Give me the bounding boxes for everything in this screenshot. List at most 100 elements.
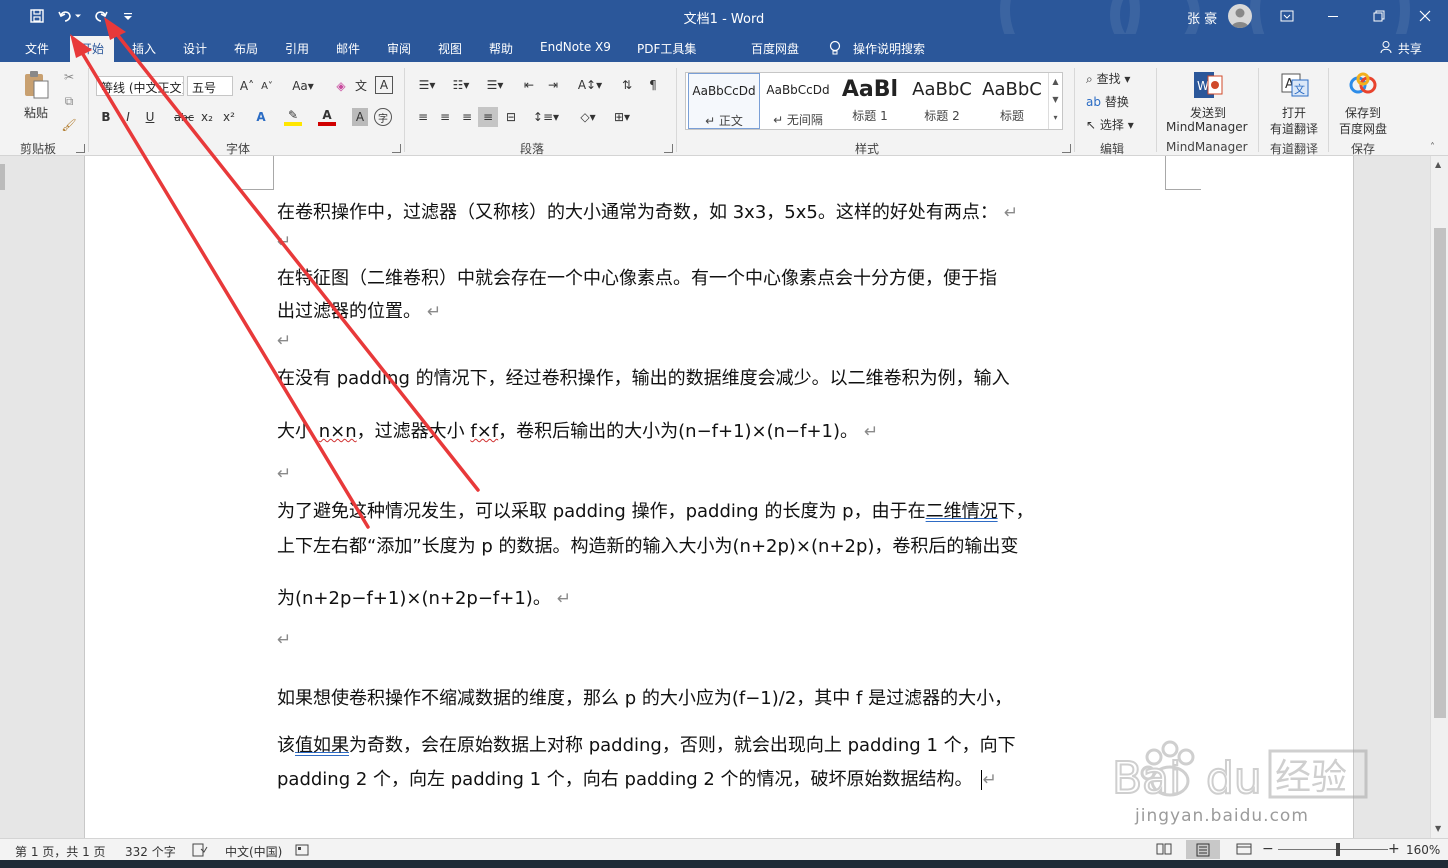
character-shading-icon[interactable]: A [352, 108, 368, 126]
spelling-flagged-text[interactable]: f×f [470, 421, 498, 442]
share-button[interactable]: 共享 [1380, 40, 1422, 57]
tab-help[interactable]: 帮助 [489, 40, 513, 57]
paragraph-3-line-1[interactable]: 在没有 padding 的情况下，经过卷积操作，输出的数据维度会减少。以二维卷积… [277, 364, 1010, 390]
line-spacing-icon[interactable]: ↕≡▾ [532, 108, 560, 126]
vertical-scrollbar[interactable]: ▲ ▼ [1430, 156, 1448, 838]
macro-record-icon[interactable] [295, 843, 309, 860]
select-button[interactable]: ↖ 选择 ▾ [1086, 116, 1134, 133]
font-size-select[interactable]: 五号 [187, 76, 233, 96]
text-effects-icon[interactable]: A [252, 108, 270, 126]
style-normal[interactable]: AaBbCcDd ↵ 正文 [688, 73, 760, 129]
font-launcher-icon[interactable] [392, 144, 401, 153]
web-layout-icon[interactable] [1236, 842, 1252, 859]
increase-indent-icon[interactable]: ⇥ [544, 76, 562, 94]
multilevel-list-icon[interactable]: ☰▾ [482, 76, 508, 94]
styles-launcher-icon[interactable] [1062, 144, 1071, 153]
user-name[interactable]: 张 豪 [1187, 8, 1217, 27]
paragraph-5-line-1[interactable]: 如果想使卷积操作不缩减数据的维度，那么 p 的大小应为(f−1)/2，其中 f … [277, 684, 1012, 710]
paragraph-4-line-2[interactable]: 上下左右都“添加”长度为 p 的数据。构造新的输入大小为(n+2p)×(n+2p… [277, 532, 1018, 558]
clear-formatting-icon[interactable]: ◈ [332, 77, 350, 95]
character-border-icon[interactable]: A [375, 76, 393, 94]
paragraph-1[interactable]: 在卷积操作中，过滤器（又称核）的大小通常为奇数，如 3x3，5x5。这样的好处有… [277, 198, 1018, 224]
paragraph-2-line-2[interactable]: 出过滤器的位置。 ↵ [277, 297, 441, 323]
sort-icon[interactable]: ⇅ [618, 76, 636, 94]
tab-view[interactable]: 视图 [438, 40, 462, 57]
italic-button[interactable]: I [120, 108, 136, 126]
paragraph-launcher-icon[interactable] [664, 144, 673, 153]
tab-home[interactable]: 开始 [70, 36, 115, 62]
align-right-icon[interactable]: ≡ [458, 108, 476, 126]
page-count[interactable]: 第 1 页，共 1 页 [15, 843, 106, 860]
close-icon[interactable] [1402, 0, 1448, 32]
format-painter-icon[interactable]: 🖌 [60, 116, 78, 134]
paragraph-2-line-1[interactable]: 在特征图（二维卷积）中就会存在一个中心像素点。有一个中心像素点会十分方便，便于指 [277, 264, 997, 290]
mindmanager-label-1[interactable]: 发送到 [1190, 104, 1226, 121]
style-title[interactable]: AaBbC 标题 [976, 73, 1048, 129]
tab-layout[interactable]: 布局 [234, 40, 258, 57]
clipboard-launcher-icon[interactable] [76, 144, 85, 153]
zoom-slider[interactable] [1278, 849, 1388, 850]
spelling-flagged-text[interactable]: n×n [319, 421, 357, 442]
shrink-font-icon[interactable]: A ˅ [258, 77, 276, 95]
align-center-icon[interactable]: ≡ [436, 108, 454, 126]
borders-icon[interactable]: ⊞▾ [608, 108, 636, 126]
mindmanager-icon[interactable]: W [1192, 70, 1224, 100]
enclose-characters-icon[interactable]: 字 [374, 108, 392, 126]
mindmanager-label-2[interactable]: MindManager [1166, 120, 1248, 134]
avatar[interactable] [1228, 4, 1252, 28]
align-left-icon[interactable]: ≡ [414, 108, 432, 126]
proofing-icon[interactable] [192, 843, 208, 860]
superscript-button[interactable]: x² [220, 108, 238, 126]
show-marks-icon[interactable]: ¶ [644, 76, 662, 94]
paragraph-4-line-1[interactable]: 为了避免这种情况发生，可以采取 padding 操作，padding 的长度为 … [277, 497, 1034, 523]
youdao-label-2[interactable]: 有道翻译 [1270, 120, 1318, 137]
distributed-icon[interactable]: ⊟ [502, 108, 520, 126]
underline-button[interactable]: U [142, 108, 158, 126]
paragraph-5-line-2[interactable]: 该值如果为奇数，会在原始数据上对称 padding，否则，就会出现向上 padd… [277, 731, 1016, 757]
baidu-label-2[interactable]: 百度网盘 [1339, 120, 1387, 137]
grammar-flagged-text[interactable]: 值如果 [295, 735, 349, 756]
bold-button[interactable]: B [98, 108, 114, 126]
change-case-button[interactable]: Aa ▾ [288, 77, 318, 95]
numbering-icon[interactable]: ☷▾ [448, 76, 474, 94]
tab-references[interactable]: 引用 [285, 40, 309, 57]
tab-file[interactable]: 文件 [25, 40, 49, 57]
styles-scroll-icon[interactable]: ▲ ▼ ▾ [1048, 73, 1062, 129]
copy-icon[interactable]: ⧉ [60, 92, 78, 110]
zoom-level[interactable]: 160% [1406, 843, 1440, 857]
paragraph-3-line-2[interactable]: 大小 n×n，过滤器大小 f×f，卷积后输出的大小为(n−f+1)×(n−f+1… [277, 417, 878, 443]
collapse-ribbon-icon[interactable]: ˄ [1430, 142, 1435, 153]
paragraph-5-line-3[interactable]: padding 2 个，向左 padding 1 个，向右 padding 2 … [277, 765, 997, 791]
tab-baidu-netdisk[interactable]: 百度网盘 [751, 40, 799, 57]
tab-design[interactable]: 设计 [183, 40, 207, 57]
tell-me-search[interactable]: 操作说明搜索 [853, 40, 925, 57]
scroll-up-icon[interactable]: ▲ [1435, 160, 1441, 169]
bullets-icon[interactable]: ☰▾ [414, 76, 440, 94]
minimize-icon[interactable] [1310, 0, 1356, 32]
style-heading-1[interactable]: AaBl 标题 1 [834, 73, 906, 129]
style-heading-2[interactable]: AaBbC 标题 2 [906, 73, 978, 129]
asian-layout-icon[interactable]: A↕▾ [576, 76, 604, 94]
shading-icon[interactable]: ◇▾ [574, 108, 602, 126]
phonetic-guide-icon[interactable]: 文 [352, 75, 370, 95]
zoom-in-button[interactable]: + [1388, 841, 1400, 857]
paragraph-4-line-3[interactable]: 为(n+2p−f+1)×(n+2p−f+1)。 ↵ [277, 584, 571, 610]
subscript-button[interactable]: x₂ [198, 108, 216, 126]
restore-icon[interactable] [1356, 0, 1402, 32]
tab-review[interactable]: 审阅 [387, 40, 411, 57]
find-button[interactable]: ⌕ 查找 ▾ [1086, 70, 1130, 87]
youdao-translate-icon[interactable]: A文 [1280, 70, 1310, 100]
print-layout-icon[interactable] [1186, 840, 1220, 859]
tab-pdf-tools[interactable]: PDF工具集 [637, 40, 696, 57]
read-mode-icon[interactable] [1156, 842, 1172, 859]
baidu-label-1[interactable]: 保存到 [1345, 104, 1381, 121]
paste-label[interactable]: 粘贴 [24, 104, 48, 121]
baidu-netdisk-icon[interactable] [1348, 72, 1378, 98]
tab-endnote[interactable]: EndNote X9 [540, 40, 611, 54]
scroll-down-icon[interactable]: ▼ [1435, 824, 1441, 833]
zoom-out-button[interactable]: − [1262, 841, 1274, 857]
replace-button[interactable]: ab 替换 [1086, 93, 1129, 110]
font-color-icon[interactable]: A [318, 108, 336, 126]
highlight-icon[interactable]: ✎ [284, 108, 302, 126]
justify-icon[interactable]: ≡ [478, 107, 498, 127]
